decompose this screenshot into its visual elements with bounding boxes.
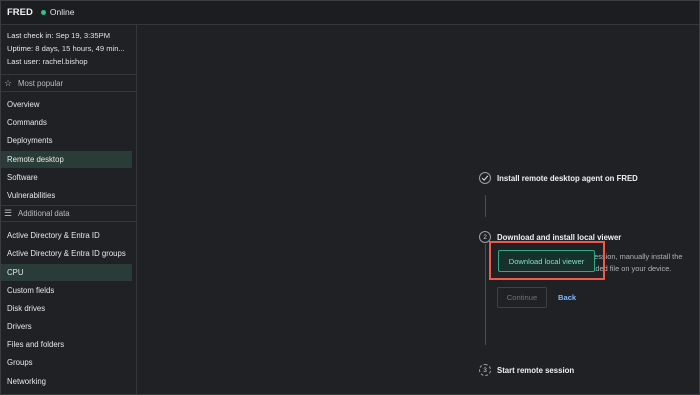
additional-nav: Active Directory & Entra ID Active Direc… <box>0 222 136 390</box>
sidebar-item-files-and-folders[interactable]: Files and folders <box>0 336 132 353</box>
sidebar-item-overview[interactable]: Overview <box>0 96 132 113</box>
step-1: Install remote desktop agent on FRED <box>479 172 638 184</box>
last-user: Last user: rachel.bishop <box>7 56 88 66</box>
sidebar-item-software[interactable]: Software <box>0 169 132 186</box>
sidebar-item-deployments[interactable]: Deployments <box>0 132 132 149</box>
list-icon: ☰ <box>3 208 13 219</box>
sidebar-item-drivers[interactable]: Drivers <box>0 318 132 335</box>
sidebar-item-commands[interactable]: Commands <box>0 114 132 131</box>
additional-data-header: ☰ Additional data <box>0 205 136 223</box>
sidebar-item-custom-fields[interactable]: Custom fields <box>0 282 132 299</box>
sidebar-item-groups[interactable]: Groups <box>0 354 132 371</box>
step-3-number: 3 <box>479 364 491 376</box>
back-button[interactable]: Back <box>558 287 576 308</box>
sidebar-item-remote-desktop[interactable]: Remote desktop <box>0 150 132 168</box>
stepper-line-1 <box>485 195 486 217</box>
last-check-in: Last check in: Sep 19, 3:35PM <box>7 31 111 40</box>
stepper-line-2 <box>485 244 486 345</box>
device-name: FRED <box>7 6 33 18</box>
step-2-number: 2 <box>479 231 491 243</box>
top-bar: FRED Online <box>0 0 700 25</box>
sidebar-item-active-directory[interactable]: Active Directory & Entra ID <box>0 227 132 244</box>
check-icon <box>479 172 491 184</box>
sidebar-item-active-directory-groups[interactable]: Active Directory & Entra ID groups <box>0 245 132 262</box>
most-popular-header: ☆ Most popular <box>0 75 136 92</box>
sidebar-item-cpu[interactable]: CPU <box>0 263 132 281</box>
step-3: 3 Start remote session <box>479 364 574 376</box>
step-2-title: Download and install local viewer <box>497 232 622 242</box>
sidebar-item-vulnerabilities[interactable]: Vulnerabilities <box>0 187 132 204</box>
step-3-title: Start remote session <box>497 365 575 375</box>
popular-nav: Overview Commands Deployments Remote des… <box>0 92 136 204</box>
device-info: Last check in: Sep 19, 3:35PM Uptime: 8 … <box>0 25 136 75</box>
device-status: Online <box>49 7 75 17</box>
download-local-viewer-button[interactable]: Download local viewer <box>498 250 595 272</box>
sidebar: Last check in: Sep 19, 3:35PM Uptime: 8 … <box>0 25 137 395</box>
sidebar-item-disk-drives[interactable]: Disk drives <box>0 300 132 317</box>
continue-button[interactable]: Continue <box>497 287 547 308</box>
step-2: 2 Download and install local viewer <box>479 231 621 243</box>
sidebar-item-networking[interactable]: Networking <box>0 373 132 390</box>
main-content: Install remote desktop agent on FRED 2 D… <box>137 25 700 395</box>
uptime: Uptime: 8 days, 15 hours, 49 min... <box>7 43 125 53</box>
step-1-title: Install remote desktop agent on FRED <box>497 173 638 183</box>
star-icon: ☆ <box>3 77 13 88</box>
online-status-dot <box>40 9 46 15</box>
